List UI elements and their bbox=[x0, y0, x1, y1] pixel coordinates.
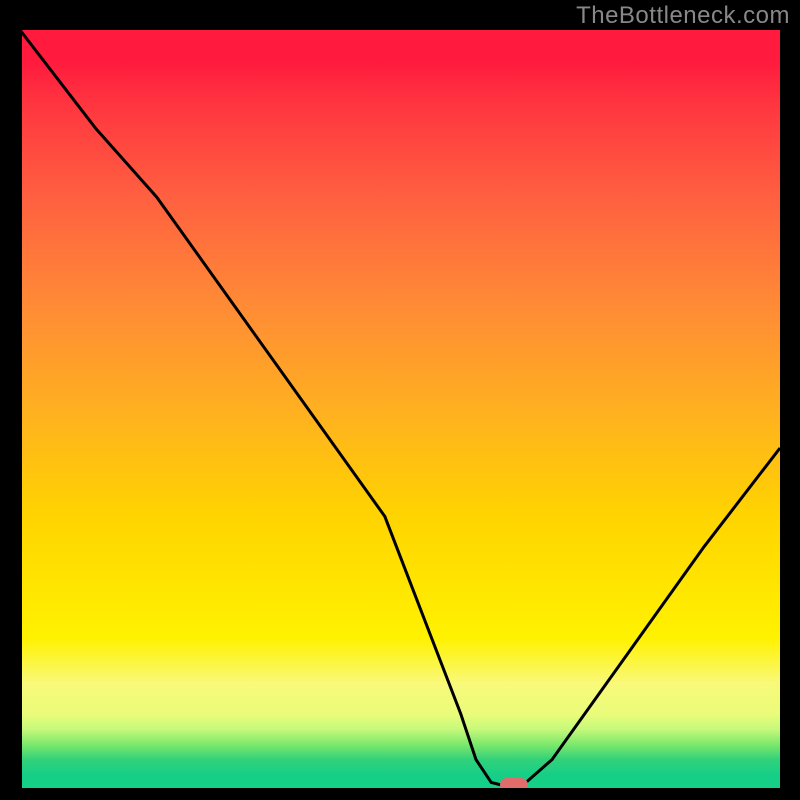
chart-curve-svg bbox=[20, 30, 780, 790]
x-axis bbox=[18, 788, 782, 792]
y-axis bbox=[18, 30, 22, 798]
watermark-text: TheBottleneck.com bbox=[576, 2, 790, 30]
bottleneck-curve bbox=[20, 30, 780, 786]
chart-stage: TheBottleneck.com bbox=[0, 0, 800, 800]
